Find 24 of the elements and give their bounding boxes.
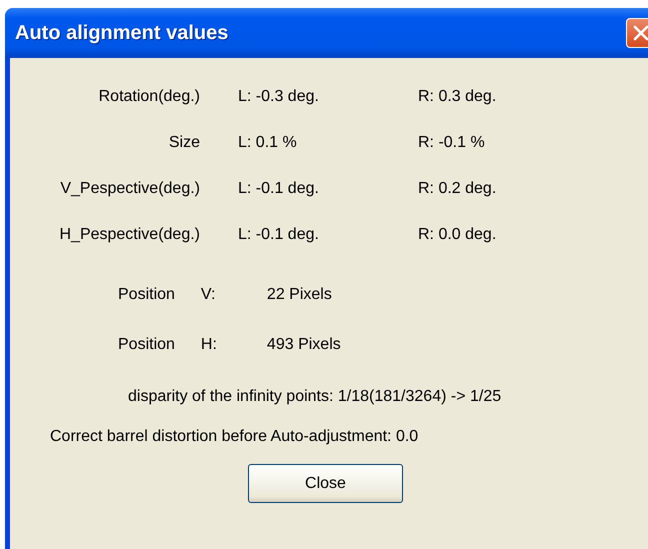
window-title: Auto alignment values	[15, 22, 228, 44]
position-value: 22 Pixels	[266, 286, 333, 304]
measurement-label: H_Pespective(deg.)	[58, 226, 201, 244]
position-value: 493 Pixels	[266, 336, 342, 354]
close-icon	[632, 24, 648, 42]
right-value: R: 0.2 deg.	[418, 180, 498, 198]
left-value: L: -0.3 deg.	[237, 88, 320, 106]
left-value: L: -0.1 deg.	[237, 226, 320, 244]
left-value: L: 0.1 %	[237, 134, 298, 152]
left-value: L: -0.1 deg.	[237, 180, 320, 198]
right-value: R: -0.1 %	[418, 134, 486, 152]
measurement-label: Rotation(deg.)	[98, 88, 201, 106]
right-value: R: 0.3 deg.	[418, 88, 498, 106]
measurement-label: Size	[168, 134, 201, 152]
disparity-text: disparity of the infinity points: 1/18(181/3264) -> 1/25	[128, 388, 502, 406]
right-value: R: 0.0 deg.	[418, 226, 498, 244]
axis-label: V:	[200, 286, 216, 304]
axis-label: H:	[200, 336, 218, 354]
barrel-distortion-text: Correct barrel distortion before Auto-adjustment: 0.0	[50, 428, 420, 446]
position-label: Position	[118, 336, 176, 354]
close-button[interactable]: Close	[248, 464, 403, 503]
close-button[interactable]	[626, 18, 648, 48]
position-label: Position	[118, 286, 176, 304]
measurement-label: V_Pespective(deg.)	[59, 180, 201, 198]
